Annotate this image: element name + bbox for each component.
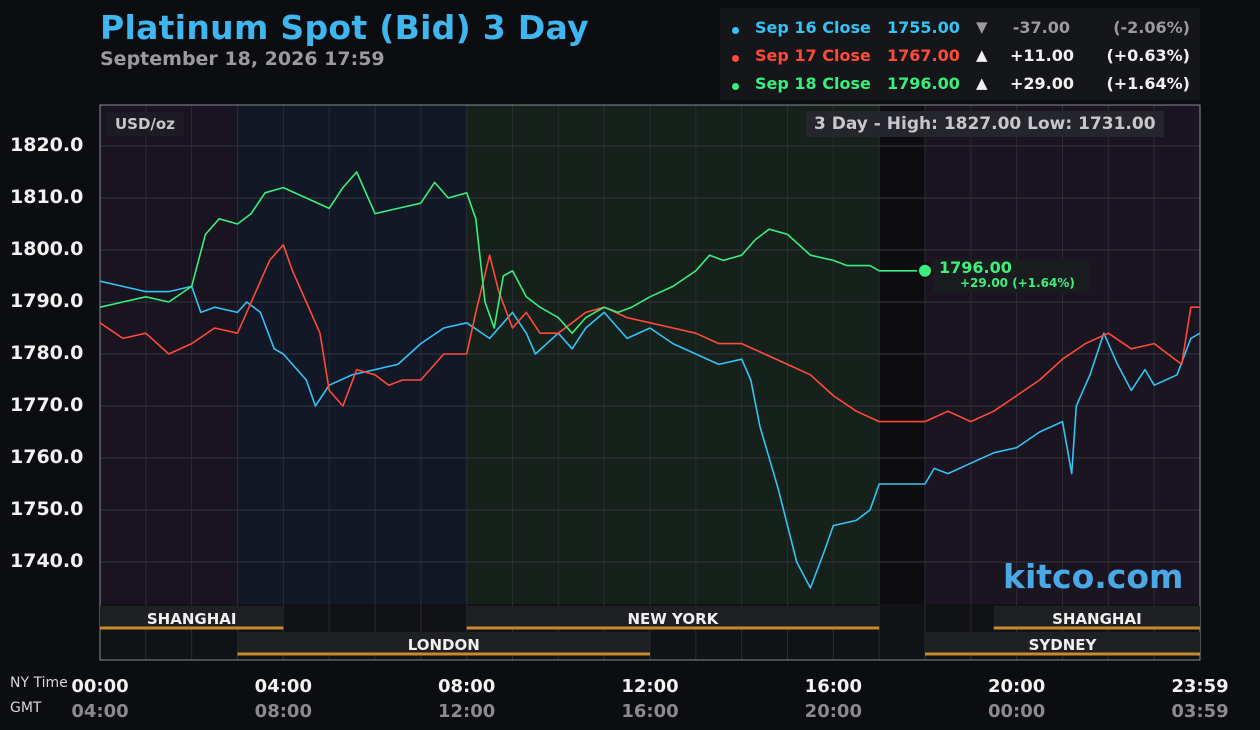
watermark-logo: kitco.com xyxy=(1003,557,1184,596)
x-tick-label-ny: 00:00 xyxy=(71,676,129,697)
x-tick-label-ny: 16:00 xyxy=(804,676,862,697)
x-tick-label-gmt: 12:00 xyxy=(438,701,496,722)
y-tick-label: 1820.0 xyxy=(10,134,84,156)
x-tick-label-gmt: 04:00 xyxy=(71,701,129,722)
ny-time-label: NY Time xyxy=(10,675,68,691)
y-tick-label: 1770.0 xyxy=(10,394,84,416)
session-label: NEW YORK xyxy=(627,610,719,628)
y-tick-label: 1780.0 xyxy=(10,342,84,364)
x-tick-label-gmt: 08:00 xyxy=(254,701,312,722)
gmt-label: GMT xyxy=(10,700,42,716)
y-tick-label: 1790.0 xyxy=(10,290,84,312)
y-tick-label: 1760.0 xyxy=(10,446,84,468)
x-tick-label-gmt: 00:00 xyxy=(988,701,1046,722)
y-tick-label: 1800.0 xyxy=(10,238,84,260)
x-tick-label-ny: 20:00 xyxy=(988,676,1046,697)
last-price-dot xyxy=(917,262,933,279)
x-tick-label-gmt: 03:59 xyxy=(1171,701,1229,722)
x-tick-label-ny: 08:00 xyxy=(438,676,496,697)
y-tick-label: 1740.0 xyxy=(10,550,84,572)
x-tick-label-ny: 23:59 xyxy=(1171,676,1229,697)
session-label: LONDON xyxy=(407,636,480,654)
session-label: SHANGHAI xyxy=(146,610,237,628)
y-tick-label: 1750.0 xyxy=(10,498,84,520)
session-label: SYDNEY xyxy=(1028,636,1097,654)
last-change-label: +29.00 (+1.64%) xyxy=(960,276,1075,290)
unit-label: USD/oz xyxy=(106,112,184,136)
x-tick-label-gmt: 20:00 xyxy=(804,701,862,722)
y-tick-label: 1810.0 xyxy=(10,186,84,208)
x-tick-label-ny: 04:00 xyxy=(254,676,312,697)
high-low-label: 3 Day - High: 1827.00 Low: 1731.00 xyxy=(806,111,1164,137)
session-label: SHANGHAI xyxy=(1052,610,1142,628)
x-tick-label-gmt: 16:00 xyxy=(621,701,679,722)
x-tick-label-ny: 12:00 xyxy=(621,676,679,697)
last-price-label: 1796.00 xyxy=(939,258,1012,277)
